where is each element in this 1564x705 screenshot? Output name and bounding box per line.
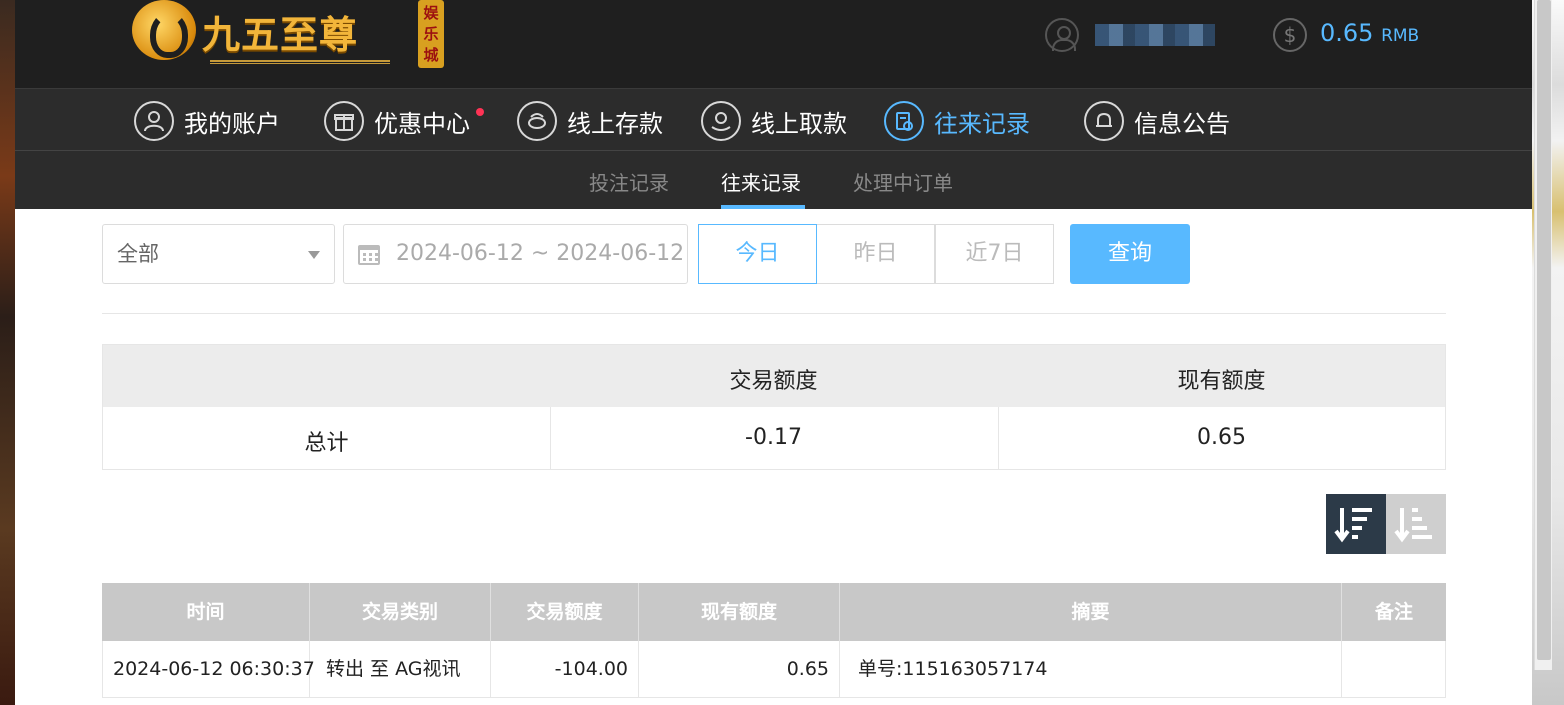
date-range-input[interactable]: 2024-06-12 ~ 2024-06-12 bbox=[343, 224, 688, 284]
deposit-icon bbox=[517, 101, 557, 141]
main-panel: 九五至尊 娱乐城 $ 0.65 RMB 我的账户 优惠中心 线上存款 线上取款 … bbox=[15, 0, 1532, 705]
cell-summary: 单号:115163057174 bbox=[840, 641, 1342, 698]
sub-nav: 投注记录 往来记录 处理中订单 bbox=[15, 150, 1532, 209]
gift-icon bbox=[324, 101, 364, 141]
last-7-days-button[interactable]: 近7日 bbox=[935, 224, 1054, 284]
nav-item-online-deposit[interactable]: 线上存款 bbox=[517, 101, 663, 141]
calendar-icon bbox=[358, 245, 380, 265]
nav-item-my-account[interactable]: 我的账户 bbox=[134, 101, 280, 141]
transaction-type-select[interactable]: 全部 bbox=[102, 224, 335, 284]
sort-ascending-icon bbox=[1394, 508, 1432, 543]
nav-item-promotions[interactable]: 优惠中心 bbox=[324, 101, 484, 141]
logo-emblem-icon bbox=[132, 0, 196, 60]
cell-note bbox=[1342, 641, 1446, 698]
col-header-summary[interactable]: 摘要 bbox=[840, 583, 1342, 641]
nav-item-transaction-records[interactable]: 往来记录 bbox=[884, 101, 1030, 141]
scrollbar[interactable] bbox=[1534, 0, 1552, 670]
balance-value: 0.65 bbox=[1320, 19, 1374, 47]
summary-header-amount: 交易额度 bbox=[729, 369, 818, 394]
balance-amount: 0.65 RMB bbox=[1320, 19, 1419, 47]
query-button[interactable]: 查询 bbox=[1070, 224, 1190, 284]
scrollbar-thumb[interactable] bbox=[1537, 0, 1551, 660]
col-header-balance[interactable]: 现有额度 bbox=[639, 583, 840, 641]
tab-transaction-records[interactable]: 往来记录 bbox=[721, 167, 801, 196]
logo-badge: 娱乐城 bbox=[418, 0, 444, 68]
username-blurred bbox=[1095, 24, 1215, 46]
active-tab-indicator bbox=[721, 205, 805, 209]
summary-row: 总计 -0.17 0.65 bbox=[103, 407, 1445, 469]
logo-ornament bbox=[210, 60, 390, 64]
nav-label: 信息公告 bbox=[1134, 109, 1230, 138]
table-row[interactable]: 2024-06-12 06:30:37 转出 至 AG视讯 -104.00 0.… bbox=[102, 641, 1446, 698]
records-header: 时间 交易类别 交易额度 现有额度 摘要 备注 bbox=[102, 583, 1446, 641]
yesterday-button[interactable]: 昨日 bbox=[816, 224, 935, 284]
nav-label: 往来记录 bbox=[934, 109, 1030, 138]
col-header-type[interactable]: 交易类别 bbox=[310, 583, 491, 641]
summary-total-balance: 0.65 bbox=[1197, 425, 1246, 450]
withdraw-icon bbox=[701, 101, 741, 141]
select-value: 全部 bbox=[117, 242, 159, 266]
records-icon bbox=[884, 101, 924, 141]
divider bbox=[102, 313, 1446, 314]
cell-amount: -104.00 bbox=[491, 641, 639, 698]
sort-descending-button[interactable] bbox=[1326, 494, 1386, 554]
nav-label: 优惠中心 bbox=[374, 109, 470, 138]
notification-dot bbox=[476, 107, 484, 116]
balance-unit: RMB bbox=[1381, 26, 1420, 46]
logo[interactable]: 九五至尊 娱乐城 bbox=[132, 0, 444, 72]
user-avatar-icon bbox=[1045, 18, 1079, 52]
cell-type: 转出 至 AG视讯 bbox=[310, 641, 491, 698]
tab-pending-orders[interactable]: 处理中订单 bbox=[853, 167, 953, 196]
summary-total-amount: -0.17 bbox=[745, 425, 802, 450]
user-icon bbox=[134, 101, 174, 141]
background-left bbox=[0, 0, 15, 705]
col-header-note[interactable]: 备注 bbox=[1342, 583, 1446, 641]
main-nav: 我的账户 优惠中心 线上存款 线上取款 往来记录 信息公告 bbox=[15, 88, 1532, 150]
nav-label: 线上存款 bbox=[567, 109, 663, 138]
top-header: 九五至尊 娱乐城 $ 0.65 RMB bbox=[15, 0, 1532, 88]
logo-text: 九五至尊 bbox=[202, 12, 359, 57]
dollar-icon: $ bbox=[1273, 18, 1307, 52]
bell-icon bbox=[1084, 101, 1124, 141]
summary-header-balance: 现有额度 bbox=[1177, 369, 1266, 394]
nav-item-announcements[interactable]: 信息公告 bbox=[1084, 101, 1230, 141]
nav-label: 线上取款 bbox=[751, 109, 847, 138]
date-range-value: 2024-06-12 ~ 2024-06-12 bbox=[396, 241, 685, 266]
col-header-amount[interactable]: 交易额度 bbox=[491, 583, 639, 641]
col-header-time[interactable]: 时间 bbox=[102, 583, 310, 641]
summary-total-label: 总计 bbox=[304, 431, 349, 456]
sort-descending-icon bbox=[1334, 508, 1372, 543]
summary-table: 交易额度 现有额度 总计 -0.17 0.65 bbox=[102, 344, 1446, 470]
cell-balance: 0.65 bbox=[639, 641, 840, 698]
nav-label-wrap: 优惠中心 bbox=[374, 104, 484, 139]
nav-item-online-withdraw[interactable]: 线上取款 bbox=[701, 101, 847, 141]
cell-time: 2024-06-12 06:30:37 bbox=[102, 641, 315, 698]
chevron-down-icon bbox=[308, 251, 320, 259]
nav-label: 我的账户 bbox=[184, 109, 280, 138]
sort-ascending-button[interactable] bbox=[1386, 494, 1446, 554]
today-button[interactable]: 今日 bbox=[698, 224, 817, 284]
summary-header: 交易额度 现有额度 bbox=[103, 345, 1445, 407]
tab-bet-records[interactable]: 投注记录 bbox=[589, 167, 669, 196]
